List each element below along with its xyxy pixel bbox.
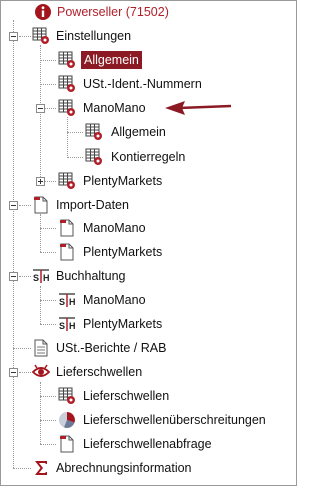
expand-toggle-import-daten[interactable] — [9, 201, 18, 210]
tree-connector — [13, 20, 14, 468]
tree-item-lieferschwellen-ueberschreitungen[interactable]: Lieferschwellenüberschreitungen — [58, 409, 268, 431]
svg-text:S: S — [33, 273, 39, 283]
info-icon — [35, 4, 51, 20]
tree-connector — [40, 420, 56, 421]
tree-item-label: ManoMano — [83, 221, 146, 235]
tree-connector — [67, 117, 68, 158]
tree-connector — [40, 286, 41, 324]
tree-item-label: Import-Daten — [56, 198, 129, 212]
tree-connector — [40, 45, 41, 181]
sh-ledger-icon: S H — [33, 269, 50, 283]
svg-text:S: S — [59, 321, 65, 331]
svg-text:H: H — [69, 321, 76, 331]
grid-gear-icon — [58, 99, 75, 116]
navigation-tree: Powerseller (71502) Einstellungen Allgem — [0, 0, 297, 486]
tree-item-import-plentymarkets[interactable]: PlentyMarkets — [58, 241, 164, 263]
tree-item-label: PlentyMarkets — [83, 174, 163, 188]
tree-connector — [67, 132, 83, 133]
tree-item-label: USt.-Ident.-Nummern — [83, 77, 202, 91]
tree-item-label: USt.-Berichte / RAB — [56, 341, 167, 355]
tree-item-powerseller[interactable]: Powerseller (71502) — [34, 1, 171, 23]
tree-item-lieferschwellen-lieferschwellen[interactable]: Lieferschwellen — [58, 385, 171, 407]
tree-item-label: Allgemein — [111, 125, 166, 139]
svg-text:H: H — [43, 273, 50, 283]
tree-item-einstellungen-plentymarkets[interactable]: PlentyMarkets — [58, 170, 164, 192]
tree-connector — [40, 324, 56, 325]
tree-connector — [40, 60, 56, 61]
document-red-icon — [34, 196, 48, 214]
tree-item-label: Lieferschwellenabfrage — [83, 437, 212, 451]
tree-item-import-daten[interactable]: Import-Daten — [32, 194, 131, 216]
tree-connector — [45, 181, 56, 182]
tree-item-buchhaltung[interactable]: S H Buchhaltung — [32, 265, 128, 287]
tree-item-label: Einstellungen — [56, 29, 132, 43]
tree-connector — [19, 36, 31, 37]
sh-ledger-icon: S H — [59, 293, 76, 307]
report-document-icon — [34, 339, 48, 357]
tree-item-label: PlentyMarkets — [83, 245, 163, 259]
document-red-icon — [60, 219, 74, 237]
tree-item-label: Kontierregeln — [111, 150, 186, 164]
grid-gear-icon — [58, 75, 75, 92]
tree-item-import-manomano[interactable]: ManoMano — [58, 217, 148, 239]
tree-connector — [40, 84, 56, 85]
tree-item-ust-ident-nummern[interactable]: USt.-Ident.-Nummern — [58, 73, 204, 95]
tree-item-label: Allgemein — [81, 51, 142, 69]
svg-text:H: H — [69, 297, 76, 307]
document-red-icon — [60, 435, 74, 453]
tree-connector — [19, 205, 31, 206]
tree-connector — [40, 228, 56, 229]
eye-icon — [32, 364, 50, 377]
tree-item-abrechnungsinformation[interactable]: Abrechnungsinformation — [32, 457, 194, 479]
tree-item-manomano-allgemein[interactable]: Allgemein — [85, 121, 168, 143]
grid-gear-icon — [58, 51, 75, 68]
tree-item-label: ManoMano — [83, 101, 146, 115]
tree-item-label: ManoMano — [83, 293, 146, 307]
expand-toggle-manomano[interactable] — [36, 104, 45, 113]
grid-gear-icon — [32, 27, 49, 44]
tree-connector — [19, 372, 31, 373]
tree-connector — [40, 382, 41, 444]
tree-item-ust-berichte[interactable]: USt.-Berichte / RAB — [32, 337, 168, 359]
tree-connector — [40, 396, 56, 397]
grid-gear-icon — [85, 123, 102, 140]
tree-connector — [40, 300, 56, 301]
arrow-pointer-icon — [165, 101, 232, 115]
tree-item-label: PlentyMarkets — [83, 317, 163, 331]
tree-item-label: Powerseller (71502) — [57, 5, 169, 19]
svg-text:S: S — [59, 297, 65, 307]
tree-item-label: Lieferschwellen — [83, 389, 170, 403]
tree-item-manomano-kontierregeln[interactable]: Kontierregeln — [85, 146, 187, 168]
tree-item-buchhaltung-plentymarkets[interactable]: S H PlentyMarkets — [58, 313, 164, 335]
expand-toggle-einstellungen[interactable] — [9, 32, 18, 41]
tree-item-label: Abrechnungsinformation — [56, 461, 192, 475]
tree-connector — [40, 252, 56, 253]
tree-item-einstellungen-manomano[interactable]: ManoMano — [58, 97, 148, 119]
grid-gear-icon — [58, 172, 75, 189]
tree-item-label: Lieferschwellenüberschreitungen — [83, 413, 266, 427]
expand-toggle-lieferschwellen[interactable] — [9, 368, 18, 377]
tree-item-buchhaltung-manomano[interactable]: S H ManoMano — [58, 289, 148, 311]
expand-toggle-plentymarkets[interactable] — [36, 177, 45, 186]
tree-connector — [13, 348, 31, 349]
tree-item-lieferschwellen-abfrage[interactable]: Lieferschwellenabfrage — [58, 433, 214, 455]
tree-item-label: Lieferschwellen — [56, 365, 143, 379]
sh-ledger-icon: S H — [59, 317, 76, 331]
pie-chart-icon — [59, 412, 75, 428]
document-red-icon — [60, 243, 74, 261]
tree-item-lieferschwellen[interactable]: Lieferschwellen — [32, 361, 144, 383]
tree-connector — [40, 214, 41, 252]
expand-toggle-buchhaltung[interactable] — [9, 272, 18, 281]
grid-gear-icon — [85, 148, 102, 165]
grid-gear-icon — [58, 387, 75, 404]
tree-item-label: Buchhaltung — [56, 269, 126, 283]
tree-item-einstellungen-allgemein[interactable]: Allgemein — [58, 49, 142, 71]
tree-connector — [19, 276, 31, 277]
tree-connector — [13, 468, 31, 469]
tree-connector — [45, 108, 56, 109]
sigma-icon — [35, 461, 47, 475]
tree-item-einstellungen[interactable]: Einstellungen — [32, 25, 133, 47]
tree-connector — [40, 444, 56, 445]
tree-connector — [67, 157, 83, 158]
